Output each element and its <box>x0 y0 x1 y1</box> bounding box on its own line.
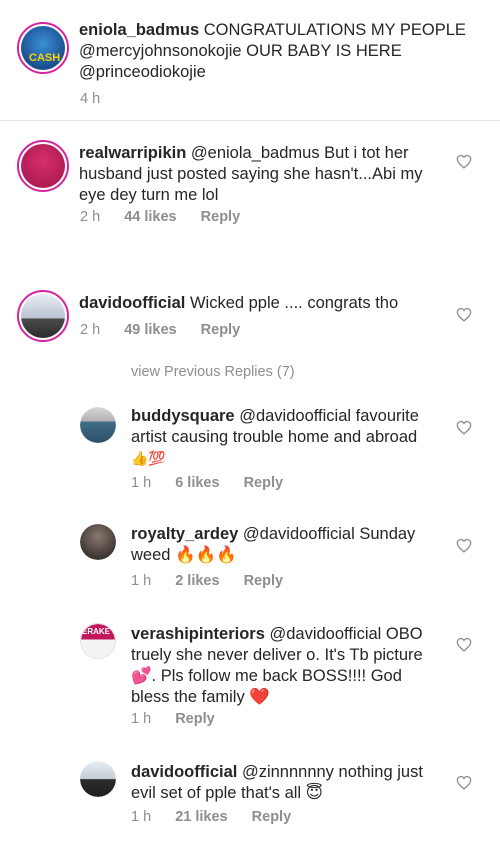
avatar[interactable]: CASH <box>17 22 69 74</box>
comment-text: verashipinteriors @davidoofficial OBO tr… <box>131 624 451 708</box>
comment-username[interactable]: verashipinteriors <box>131 625 265 643</box>
comment-username[interactable]: buddysquare <box>131 407 235 425</box>
reply-button[interactable]: Reply <box>201 209 241 225</box>
comment-time: 2 h <box>80 322 101 338</box>
comment-likes[interactable]: 21 likes <box>175 809 227 825</box>
comment-line: husband just posted saying she hasn't...… <box>79 165 423 183</box>
comment-line: @eniola_badmus But i tot her <box>190 144 409 162</box>
comment-username[interactable]: royalty_ardey <box>131 525 238 543</box>
comment-meta: 1 h Reply <box>131 711 235 727</box>
comment-meta: 2 h 49 likes Reply <box>80 322 260 338</box>
comment-line: eye dey turn me lol <box>79 186 219 204</box>
reply-button[interactable]: Reply <box>175 711 215 727</box>
avatar[interactable] <box>80 761 116 797</box>
comment-text: royalty_ardey @davidoofficial Sunday wee… <box>131 524 451 566</box>
like-heart-icon[interactable] <box>456 154 472 169</box>
comment-text: buddysquare @davidoofficial favourite ar… <box>131 406 451 470</box>
like-heart-icon[interactable] <box>456 775 472 790</box>
comment-line: @zinnnnnny nothing just <box>241 763 423 781</box>
comment-username[interactable]: davidoofficial <box>131 763 237 781</box>
comment-time: 1 h <box>131 711 152 727</box>
comment-line: @davidoofficial favourite <box>239 407 419 425</box>
comment-text: eniola_badmus CONGRATULATIONS MY PEOPLE … <box>79 20 479 83</box>
comment-meta: 1 h 21 likes Reply <box>131 809 311 825</box>
comment-meta: 2 h 44 likes Reply <box>80 209 260 225</box>
comment-text: realwarripikin @eniola_badmus But i tot … <box>79 143 449 206</box>
comment-line: truely she never deliver o. It's Tb pict… <box>131 646 423 664</box>
comment-meta: 4 h <box>80 91 120 107</box>
comment-line: evil set of pple that's all 😇 <box>131 784 323 802</box>
comment-line: artist causing trouble home and abroad <box>131 428 418 446</box>
comment-line: @davidoofficial OBO <box>269 625 423 643</box>
comment-time: 1 h <box>131 573 152 589</box>
like-heart-icon[interactable] <box>456 420 472 435</box>
comment-line: @princeodiokojie <box>79 63 206 81</box>
comment-likes[interactable]: 44 likes <box>124 209 176 225</box>
reply-button[interactable]: Reply <box>244 573 284 589</box>
comment-likes[interactable]: 2 likes <box>175 573 219 589</box>
like-heart-icon[interactable] <box>456 538 472 553</box>
comment-line: bless the family ❤️ <box>131 688 270 706</box>
comment-likes[interactable]: 49 likes <box>124 322 176 338</box>
avatar-logo-text: ERAKE <box>82 627 111 636</box>
comment-time: 4 h <box>80 91 101 107</box>
like-heart-icon[interactable] <box>456 637 472 652</box>
avatar[interactable] <box>80 524 116 560</box>
comment-time: 2 h <box>80 209 101 225</box>
comment-line: weed 🔥🔥🔥 <box>131 546 237 564</box>
comment-line: @mercyjohnsonokojie OUR BABY IS HERE <box>79 42 402 60</box>
avatar[interactable]: ERAKE <box>80 623 116 659</box>
comment-username[interactable]: realwarripikin <box>79 144 186 162</box>
avatar[interactable] <box>17 140 69 192</box>
comment-username[interactable]: eniola_badmus <box>79 21 199 39</box>
avatar[interactable] <box>17 290 69 342</box>
comment-username[interactable]: davidoofficial <box>79 294 185 312</box>
reply-button[interactable]: Reply <box>201 322 241 338</box>
comment-line: Wicked pple .... congrats tho <box>189 294 399 312</box>
comment-meta: 1 h 6 likes Reply <box>131 475 303 491</box>
view-previous-replies-button[interactable]: view Previous Replies (7) <box>131 364 295 380</box>
reply-button[interactable]: Reply <box>252 809 292 825</box>
comment-time: 1 h <box>131 809 152 825</box>
comment-line: CONGRATULATIONS MY PEOPLE <box>203 21 466 39</box>
like-heart-icon[interactable] <box>456 307 472 322</box>
reply-button[interactable]: Reply <box>244 475 284 491</box>
comment-likes[interactable]: 6 likes <box>175 475 219 491</box>
comment-time: 1 h <box>131 475 152 491</box>
comment-text: davidoofficial Wicked pple .... congrats… <box>79 293 459 314</box>
avatar-logo-text: CASH <box>29 52 61 64</box>
comment-line: @davidoofficial Sunday <box>242 525 416 543</box>
comment-line: 👍💯 <box>131 451 166 467</box>
comment-line: 💕. Pls follow me back BOSS!!!! God <box>131 667 402 685</box>
comment-meta: 1 h 2 likes Reply <box>131 573 303 589</box>
avatar[interactable] <box>80 407 116 443</box>
comment-text: davidoofficial @zinnnnnny nothing just e… <box>131 762 451 804</box>
divider <box>0 120 500 121</box>
